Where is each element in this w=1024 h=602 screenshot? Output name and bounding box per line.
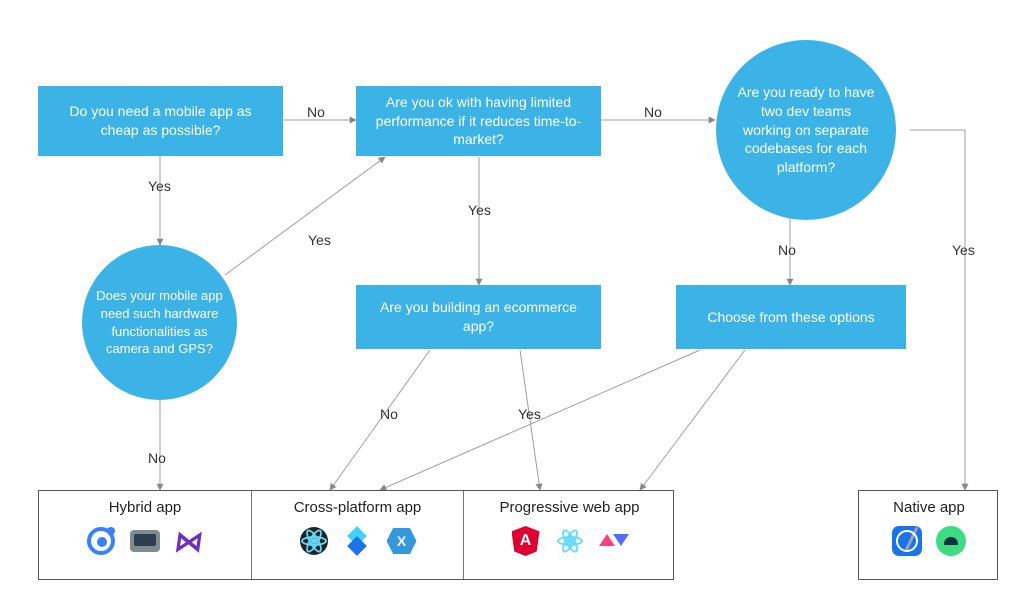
label-ecom-no: No: [380, 406, 398, 422]
node-perf: Are you ok with having limited performan…: [356, 86, 601, 156]
label-hw-no: No: [148, 450, 166, 466]
node-cheap-text: Do you need a mobile app as cheap as pos…: [52, 102, 269, 140]
label-teams-yes: Yes: [952, 242, 975, 258]
node-choose-text: Choose from these options: [707, 308, 874, 327]
visual-studio-icon: ⋈: [172, 524, 206, 558]
angular-icon: A: [509, 524, 543, 558]
result-hybrid: Hybrid app ⋈: [39, 491, 251, 579]
result-native: Native app: [858, 490, 998, 580]
label-cheap-no: No: [307, 104, 325, 120]
node-ecom-text: Are you building an ecommerce app?: [370, 298, 587, 336]
label-hw-yes: Yes: [308, 232, 331, 248]
xcode-icon: [890, 524, 924, 558]
result-cross-title: Cross-platform app: [252, 499, 463, 516]
result-cross: Cross-platform app X: [251, 491, 463, 579]
node-hw-text: Does your mobile app need such hardware …: [96, 287, 223, 357]
cordova-icon: [128, 524, 162, 558]
node-ecom: Are you building an ecommerce app?: [356, 285, 601, 349]
node-cheap: Do you need a mobile app as cheap as pos…: [38, 86, 283, 156]
ionic-icon: [84, 524, 118, 558]
results-group-main: Hybrid app ⋈ Cross-platform app X Progre…: [38, 490, 674, 580]
node-choose: Choose from these options: [676, 285, 906, 349]
node-teams-text: Are you ready to have two dev teams work…: [736, 83, 876, 177]
polymer-icon: [597, 524, 631, 558]
node-teams: Are you ready to have two dev teams work…: [716, 40, 896, 220]
result-native-title: Native app: [859, 499, 999, 516]
label-perf-no: No: [644, 104, 662, 120]
react-native-icon: [297, 524, 331, 558]
node-hw: Does your mobile app need such hardware …: [82, 245, 237, 400]
label-teams-no: No: [778, 242, 796, 258]
result-hybrid-title: Hybrid app: [39, 499, 251, 516]
node-perf-text: Are you ok with having limited performan…: [370, 93, 587, 150]
label-cheap-yes: Yes: [148, 178, 171, 194]
label-perf-yes: Yes: [468, 202, 491, 218]
xamarin-icon: X: [385, 524, 419, 558]
react-icon: [553, 524, 587, 558]
result-pwa-title: Progressive web app: [464, 499, 675, 516]
android-studio-icon: [934, 524, 968, 558]
label-ecom-yes: Yes: [518, 406, 541, 422]
result-pwa: Progressive web app A: [463, 491, 675, 579]
flutter-icon: [341, 524, 375, 558]
